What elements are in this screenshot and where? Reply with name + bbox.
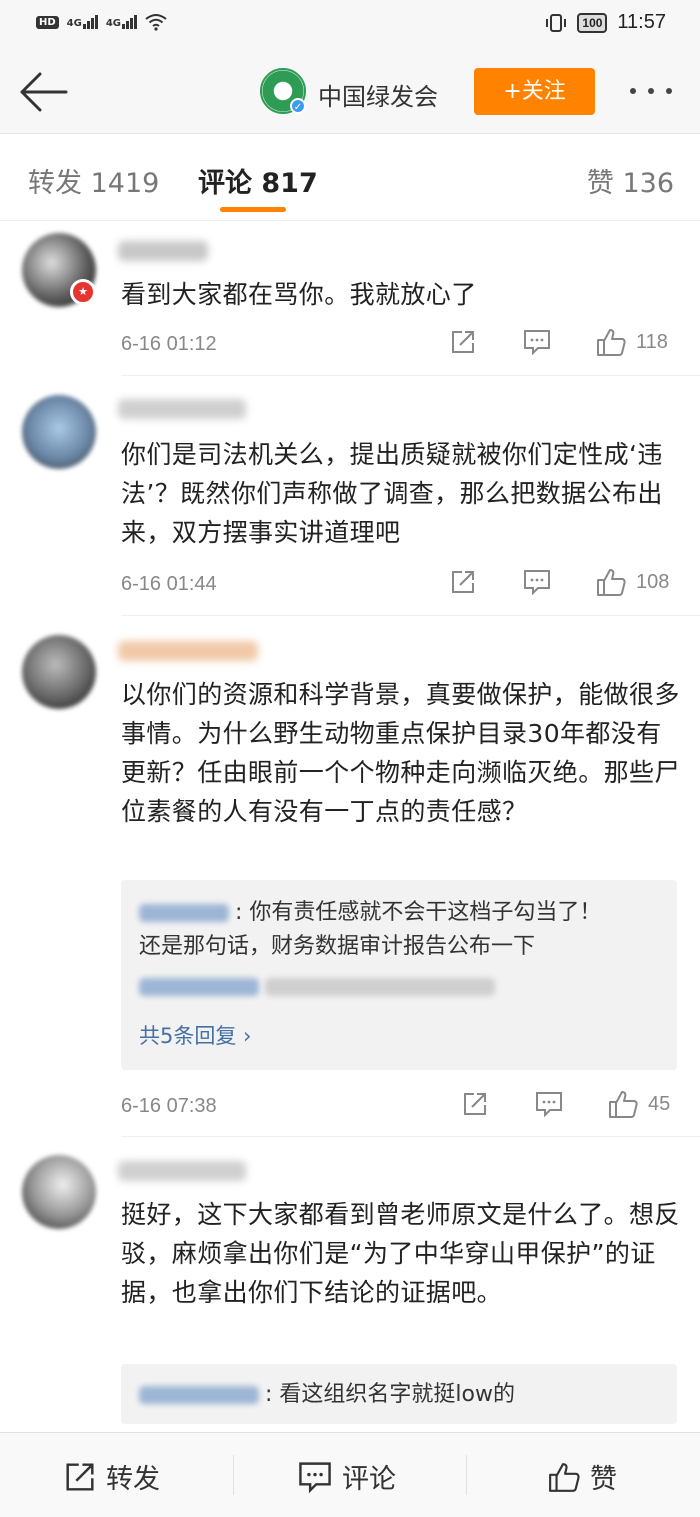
reply-preview-box[interactable]: : 看这组织名字就挺low的: [121, 1364, 677, 1424]
thumbs-up-icon: [609, 1091, 638, 1118]
status-right: 100 11:57: [545, 11, 666, 34]
comment-text: 你们是司法机关么，提出质疑就被你们定性成‘违法’？既然你们声称做了调查，那么把数…: [121, 440, 663, 547]
battery-indicator: 100: [577, 12, 608, 33]
reply-line: : 你有责任感就不会干这档子勾当了！: [139, 898, 601, 928]
comment-item: ★ 看到大家都在骂你。我就放心了 6-16 01:12 118: [0, 221, 700, 377]
comment-time: 6-16 01:12: [121, 333, 217, 355]
reply-line: 还是那句话，财务数据审计报告公布一下: [139, 932, 535, 962]
username-blurred[interactable]: [118, 641, 258, 661]
comment-icon: [299, 1461, 331, 1493]
network-type-label: 4G: [66, 18, 82, 29]
share-button[interactable]: [450, 569, 476, 595]
org-name[interactable]: 中国绿发会: [318, 77, 438, 112]
comment-text: 以你们的资源和科学背景，真要做保护，能做很多事情。为什么野生动物重点保护目录30…: [121, 680, 680, 826]
username-blurred[interactable]: [118, 1161, 246, 1181]
badge-icon: ★: [70, 279, 96, 305]
follow-button[interactable]: +关注: [474, 68, 595, 115]
reply-text: 还是那句话，财务数据审计报告公布一下: [139, 934, 536, 959]
comment-item: 你们是司法机关么，提出质疑就被你们定性成‘违法’？既然你们声称做了调查，那么把数…: [0, 377, 700, 617]
separator: [233, 1455, 234, 1495]
network-type-label-2: 4G: [105, 18, 122, 29]
share-button[interactable]: [462, 1091, 488, 1117]
bottom-action-bar: 转发 评论 赞: [0, 1432, 700, 1517]
vibrate-icon: [546, 13, 567, 32]
reply-username-blurred: [139, 1386, 259, 1404]
comment-time: 6-16 07:38: [121, 1095, 217, 1117]
status-bar: HD 4G 4G 100 11:57: [0, 0, 700, 50]
avatar[interactable]: [22, 395, 96, 469]
like-label: 赞: [590, 1464, 617, 1495]
tab-likes[interactable]: 赞 136: [587, 161, 674, 200]
share-icon: [464, 1093, 486, 1115]
comment-label: 评论: [342, 1464, 396, 1495]
reply-button[interactable]: [535, 1091, 563, 1117]
reply-text: : 看这组织名字就挺low的: [265, 1382, 515, 1407]
wifi-icon: [145, 14, 167, 31]
reply-username-blurred: [139, 978, 259, 996]
share-icon: [452, 331, 474, 353]
username-blurred[interactable]: [118, 241, 208, 261]
share-icon: [452, 571, 474, 593]
like-count: 45: [648, 1092, 671, 1115]
reply-line: : 看这组织名字就挺low的: [139, 1380, 515, 1410]
hd-indicator: HD: [36, 15, 59, 29]
repost-label: 转发: [106, 1464, 160, 1495]
like-button[interactable]: 108: [596, 567, 669, 597]
header: ✓ 中国绿发会 +关注: [0, 50, 700, 134]
separator: [466, 1455, 467, 1495]
reply-username-blurred: [139, 904, 229, 922]
verified-icon: ✓: [290, 98, 306, 114]
avatar[interactable]: [22, 635, 96, 709]
active-tab-indicator: [220, 207, 286, 212]
comment-icon: [524, 330, 550, 355]
back-arrow-icon[interactable]: [18, 70, 68, 114]
comment-item: 以你们的资源和科学背景，真要做保护，能做很多事情。为什么野生动物重点保护目录30…: [0, 617, 700, 1137]
reply-preview-box[interactable]: : 你有责任感就不会干这档子勾当了！ 还是那句话，财务数据审计报告公布一下 共5…: [121, 880, 677, 1070]
tab-comments[interactable]: 评论 817: [198, 161, 318, 200]
reply-text-blurred: [265, 978, 495, 996]
comment-text: 看到大家都在骂你。我就放心了: [121, 280, 477, 309]
share-icon: [66, 1462, 94, 1491]
tab-repost[interactable]: 转发 1419: [28, 161, 159, 200]
more-options-icon[interactable]: [630, 88, 680, 98]
like-button-bottom[interactable]: 赞: [548, 1457, 617, 1496]
avatar[interactable]: [22, 1155, 96, 1229]
like-button[interactable]: 45: [608, 1089, 670, 1119]
like-count: 108: [636, 570, 670, 593]
comment-item: 挺好，这下大家都看到曾老师原文是什么了。想反驳，麻烦拿出你们是“为了中华穿山甲保…: [0, 1137, 700, 1432]
clock: 11:57: [617, 11, 666, 33]
repost-button[interactable]: 转发: [64, 1457, 160, 1496]
reply-button[interactable]: [523, 329, 551, 355]
reply-text: : 你有责任感就不会干这档子勾当了！: [235, 900, 602, 925]
like-button[interactable]: 118: [596, 327, 668, 357]
divider: [121, 615, 700, 616]
like-count: 118: [636, 330, 668, 353]
comment-icon: [536, 1092, 562, 1117]
comment-icon: [524, 570, 550, 595]
thumbs-up-icon: [549, 1462, 580, 1492]
signal-icon: 4G: [67, 15, 98, 29]
username-blurred[interactable]: [118, 399, 246, 419]
comment-text: 挺好，这下大家都看到曾老师原文是什么了。想反驳，麻烦拿出你们是“为了中华穿山甲保…: [121, 1200, 680, 1307]
share-button[interactable]: [450, 329, 476, 355]
signal-icon-2: 4G: [105, 15, 138, 29]
thumbs-up-icon: [597, 329, 626, 356]
view-all-replies-link[interactable]: 共5条回复 ›: [139, 1020, 251, 1050]
divider: [121, 375, 700, 376]
reply-line-blurred: [139, 972, 501, 1002]
tab-bar: 转发 1419 评论 817 赞 136: [0, 135, 700, 221]
status-left: HD 4G 4G: [36, 13, 167, 31]
comment-time: 6-16 01:44: [121, 573, 217, 595]
comment-button[interactable]: 评论: [298, 1457, 396, 1496]
thumbs-up-icon: [597, 569, 626, 596]
reply-button[interactable]: [523, 569, 551, 595]
